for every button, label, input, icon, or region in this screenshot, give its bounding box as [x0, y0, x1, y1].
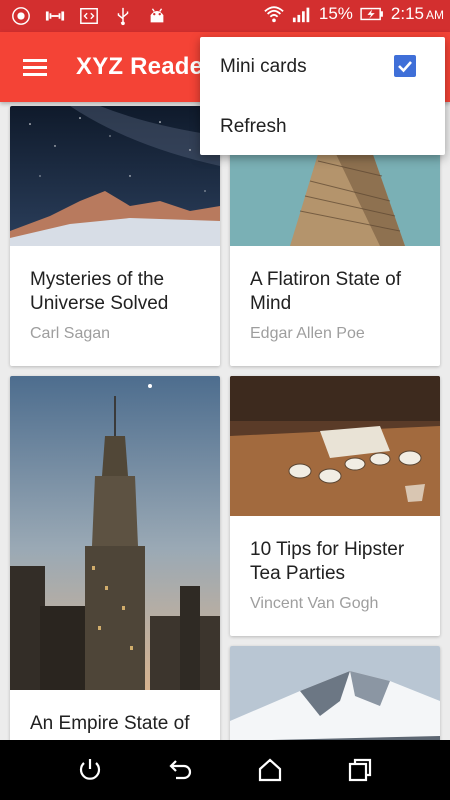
article-author: Edgar Allen Poe — [250, 325, 365, 342]
article-image — [10, 376, 220, 690]
article-title: A Flatiron State of Mind — [250, 269, 402, 314]
status-bar: 15% 2:15 AM — [0, 0, 450, 32]
article-card[interactable]: 10 Tips for Hipster Tea Parties Vincent … — [230, 376, 440, 636]
badge-icon — [12, 7, 30, 25]
overflow-menu: Mini cards Refresh — [200, 37, 445, 155]
battery-percent: 15% — [318, 4, 353, 23]
status-bar-notifications — [10, 6, 168, 26]
back-icon[interactable] — [166, 756, 194, 784]
article-author: Carl Sagan — [30, 325, 111, 342]
menu-item-label: Mini cards — [220, 56, 307, 77]
app-title: XYZ Reader — [76, 53, 213, 80]
article-card[interactable]: An Empire State of — [10, 376, 220, 740]
status-bar-system: 15% 2:15 AM — [263, 4, 444, 24]
android-icon — [150, 8, 164, 23]
menu-item-refresh[interactable]: Refresh — [200, 97, 445, 155]
signal-icon — [292, 7, 310, 23]
article-image — [230, 646, 440, 740]
clock-ampm: AM — [426, 8, 444, 22]
power-icon[interactable] — [76, 756, 104, 784]
article-image — [230, 376, 440, 516]
menu-item-mini-cards[interactable]: Mini cards — [200, 37, 445, 95]
article-title: Mysteries of the Universe Solved — [30, 269, 169, 314]
article-card[interactable] — [230, 646, 440, 740]
usb-icon — [117, 7, 129, 26]
battery-charging-icon — [360, 7, 383, 21]
wifi-icon — [264, 6, 284, 23]
menu-item-label: Refresh — [220, 116, 287, 137]
recents-icon[interactable] — [346, 756, 374, 784]
code-icon — [80, 8, 98, 24]
article-card[interactable]: Mysteries of the Universe Solved Carl Sa… — [10, 106, 220, 366]
article-author: Vincent Van Gogh — [250, 595, 379, 612]
hamburger-menu-icon[interactable] — [18, 53, 52, 81]
clock-time: 2:15 — [390, 4, 424, 23]
article-grid[interactable]: Mysteries of the Universe Solved Carl Sa… — [0, 102, 450, 740]
article-title: An Empire State of — [30, 713, 190, 734]
dumbbell-icon — [45, 11, 65, 21]
home-icon[interactable] — [256, 756, 284, 784]
system-nav-bar — [0, 740, 450, 800]
checkmark-icon — [398, 61, 412, 73]
clock: 2:15 AM — [391, 4, 444, 24]
article-image — [10, 106, 220, 246]
article-title: 10 Tips for Hipster Tea Parties — [250, 539, 405, 584]
mini-cards-checkbox[interactable] — [394, 55, 416, 77]
